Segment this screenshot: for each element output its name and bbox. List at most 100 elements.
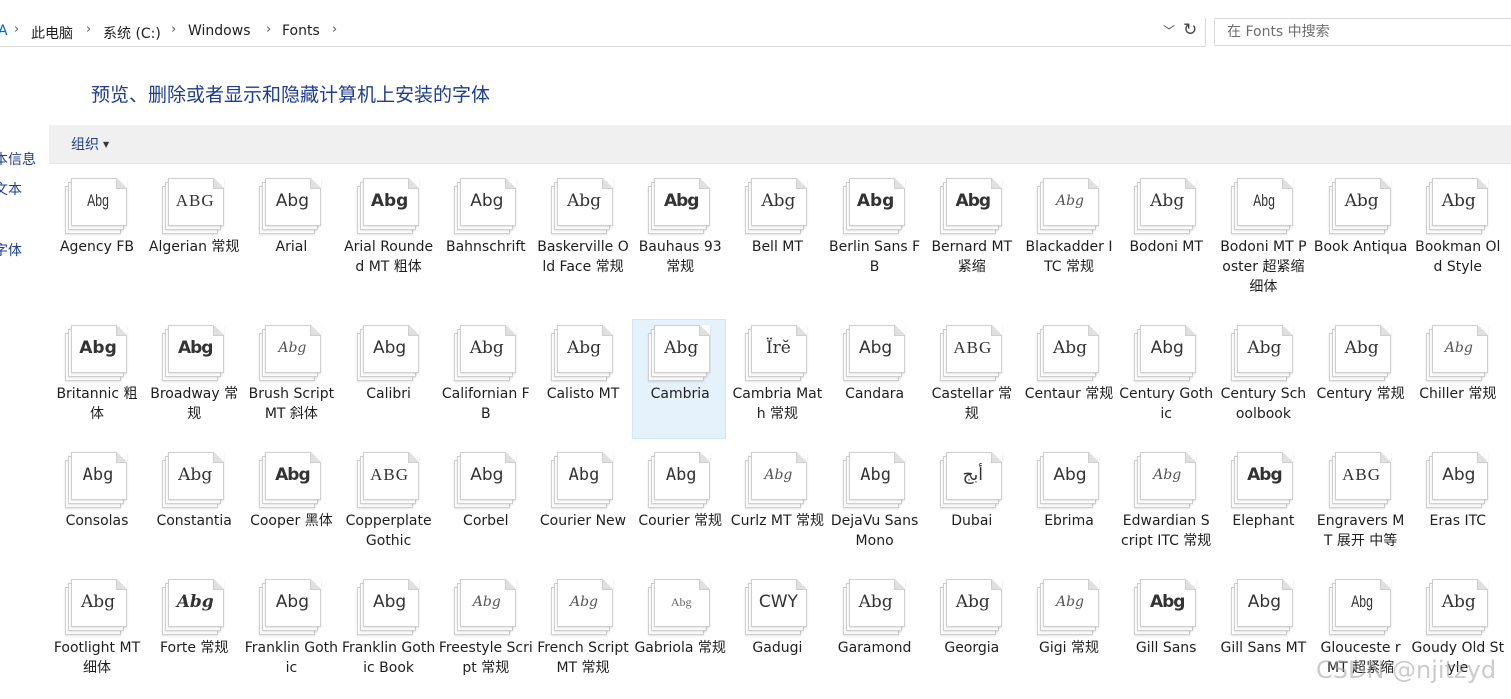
font-name-label: Forte 常规: [159, 640, 229, 656]
font-sample-text: Abg: [1153, 467, 1182, 483]
font-item[interactable]: Abg Forte 常规: [146, 573, 240, 693]
font-file-icon: Abg: [259, 577, 323, 635]
font-item[interactable]: Abg Eras ITC: [1410, 446, 1504, 566]
font-item[interactable]: Abg Bodoni MT: [1118, 172, 1212, 292]
font-item[interactable]: Abg Gill Sans: [1118, 573, 1212, 693]
font-item[interactable]: Abg Chiller 常规: [1410, 319, 1504, 439]
font-item[interactable]: Abg Cooper 黑体: [243, 446, 337, 566]
font-name-label: Bodoni MT: [1129, 239, 1203, 255]
font-item[interactable]: Abg Freestyle Script 常规: [438, 573, 533, 693]
font-item[interactable]: Abg Footlight MT 细体: [49, 573, 143, 693]
font-item[interactable]: Abg Consolas: [49, 446, 143, 566]
font-item[interactable]: Ïrĕ Cambria Math 常规: [729, 319, 823, 439]
font-file-icon: CWY: [745, 577, 809, 635]
font-item[interactable]: Abg Blackadder ITC 常规: [1021, 172, 1115, 292]
font-name-label: Castellar 常规: [931, 386, 1012, 422]
font-sample-text: Abg: [1350, 592, 1373, 611]
font-item[interactable]: Abg Cambria: [632, 319, 727, 439]
font-sample-text: Abg: [1253, 191, 1276, 210]
font-sample-text: ABG: [370, 465, 410, 484]
font-name-label: Eras ITC: [1429, 513, 1487, 529]
font-item[interactable]: Abg Edwardian Script ITC 常规: [1118, 446, 1212, 566]
font-item[interactable]: Abg Agency FB: [49, 172, 143, 292]
font-item[interactable]: Abg Corbel: [438, 446, 532, 566]
font-item[interactable]: Abg Century 常规: [1313, 319, 1407, 439]
font-sample-text: Abg: [1344, 191, 1379, 211]
font-item[interactable]: Abg Courier 常规: [632, 446, 726, 566]
font-item[interactable]: ABG Engravers MT 展开 中等: [1313, 446, 1407, 566]
font-item[interactable]: Abg Candara: [827, 319, 921, 439]
font-file-icon: Abg: [65, 577, 129, 635]
font-item[interactable]: Abg Gigi 常规: [1021, 573, 1115, 693]
font-name-label: Century Schoolbook: [1220, 386, 1307, 422]
font-file-icon: Abg: [162, 450, 226, 508]
font-item[interactable]: Abg Britannic 粗体: [49, 319, 143, 439]
font-item[interactable]: Abg Arial: [243, 172, 337, 292]
font-file-icon: ABG: [1328, 450, 1393, 508]
font-item[interactable]: Abg Courier New: [535, 446, 629, 566]
font-item[interactable]: Abg Bodoni MT Poster 超紧缩 细体: [1215, 172, 1309, 295]
font-item[interactable]: Abg Bell MT: [729, 172, 823, 292]
font-item[interactable]: ABG Castellar 常规: [924, 319, 1018, 439]
font-item[interactable]: Abg Bahnschrift: [438, 172, 532, 292]
font-item[interactable]: Abg Arial Rounded MT 粗体: [341, 172, 435, 292]
font-item[interactable]: Abg Constantia: [146, 446, 240, 566]
font-item[interactable]: Abg Centaur 常规: [1021, 319, 1115, 439]
font-item[interactable]: Abg Curlz MT 常规: [729, 446, 824, 566]
font-item[interactable]: Abg Calisto MT: [535, 319, 629, 439]
font-name-label: Calibri: [366, 386, 411, 402]
font-sample-text: Abg: [1150, 338, 1184, 358]
font-file-icon: Abg: [1037, 176, 1101, 234]
font-item[interactable]: Abg Ebrima: [1021, 446, 1115, 566]
font-item[interactable]: Abg Calibri: [341, 319, 435, 439]
font-file-icon: Abg: [551, 176, 615, 234]
font-sample-text: Abg: [372, 592, 407, 612]
font-sample-text: Abg: [764, 467, 793, 483]
font-name-label: Edwardian Script ITC 常规: [1121, 513, 1212, 549]
font-sample-text: Abg: [278, 340, 307, 356]
font-item[interactable]: Abg French Script MT 常规: [535, 573, 629, 693]
font-file-icon: ABG: [939, 323, 1004, 381]
font-name-label: Garamond: [837, 640, 912, 656]
font-file-icon: Abg: [1231, 450, 1295, 508]
font-sample-text: Abg: [469, 338, 504, 358]
font-sample-text: Abg: [80, 592, 116, 612]
font-item[interactable]: Abg Century Schoolbook: [1215, 319, 1309, 439]
font-item[interactable]: Abg Elephant: [1215, 446, 1309, 566]
font-item[interactable]: أبج Dubai: [924, 446, 1018, 566]
font-item[interactable]: Abg DejaVu Sans Mono: [827, 446, 921, 566]
font-sample-text: Abg: [569, 594, 599, 610]
font-file-icon: Abg: [259, 450, 323, 508]
font-item[interactable]: Abg Bernard MT 紧缩: [924, 172, 1018, 292]
font-file-icon: Abg: [1134, 450, 1198, 508]
font-item[interactable]: Abg Franklin Gothic: [243, 573, 338, 693]
font-name-label: Ebrima: [1044, 513, 1094, 529]
font-name-label: Berlin Sans FB: [828, 239, 921, 275]
font-item[interactable]: Abg Book Antiqua: [1313, 172, 1407, 292]
font-sample-text: ABG: [1342, 465, 1382, 484]
font-item[interactable]: ABG Algerian 常规: [146, 172, 240, 292]
font-item[interactable]: Abg Gabriola 常规: [632, 573, 726, 693]
font-file-icon: Abg: [1425, 176, 1490, 234]
font-item[interactable]: Abg Baskerville Old Face 常规: [535, 172, 629, 292]
font-item[interactable]: Abg Franklin Gothic Book: [341, 573, 435, 693]
font-item[interactable]: Abg Brush Script MT 斜体: [243, 319, 337, 439]
font-item[interactable]: Abg Bookman Old Style: [1410, 172, 1504, 292]
font-item[interactable]: Abg Broadway 常规: [146, 319, 240, 439]
font-sample-text: Abg: [176, 592, 214, 612]
font-item[interactable]: CWY Gadugi: [729, 573, 823, 693]
font-file-icon: Abg: [356, 176, 421, 234]
font-item[interactable]: Abg Century Gothic: [1118, 319, 1213, 439]
font-file-icon: Abg: [453, 450, 518, 508]
font-item[interactable]: Abg Gill Sans MT: [1215, 573, 1309, 693]
font-name-label: Calisto MT: [546, 386, 620, 402]
font-item[interactable]: Abg Garamond: [827, 573, 921, 693]
font-name-label: French Script MT 常规: [537, 640, 629, 676]
font-grid: Abg Agency FB ABG Algerian 常规 Abg Arial Abg Ari…: [0, 0, 1511, 699]
font-item[interactable]: Abg Georgia: [924, 573, 1018, 693]
font-item[interactable]: ABG Copperplate Gothic: [341, 446, 435, 566]
font-sample-text: Abg: [1055, 193, 1085, 209]
font-item[interactable]: Abg Bauhaus 93 常规: [632, 172, 726, 292]
font-item[interactable]: Abg Berlin Sans FB: [827, 172, 921, 292]
font-item[interactable]: Abg Californian FB: [438, 319, 532, 439]
